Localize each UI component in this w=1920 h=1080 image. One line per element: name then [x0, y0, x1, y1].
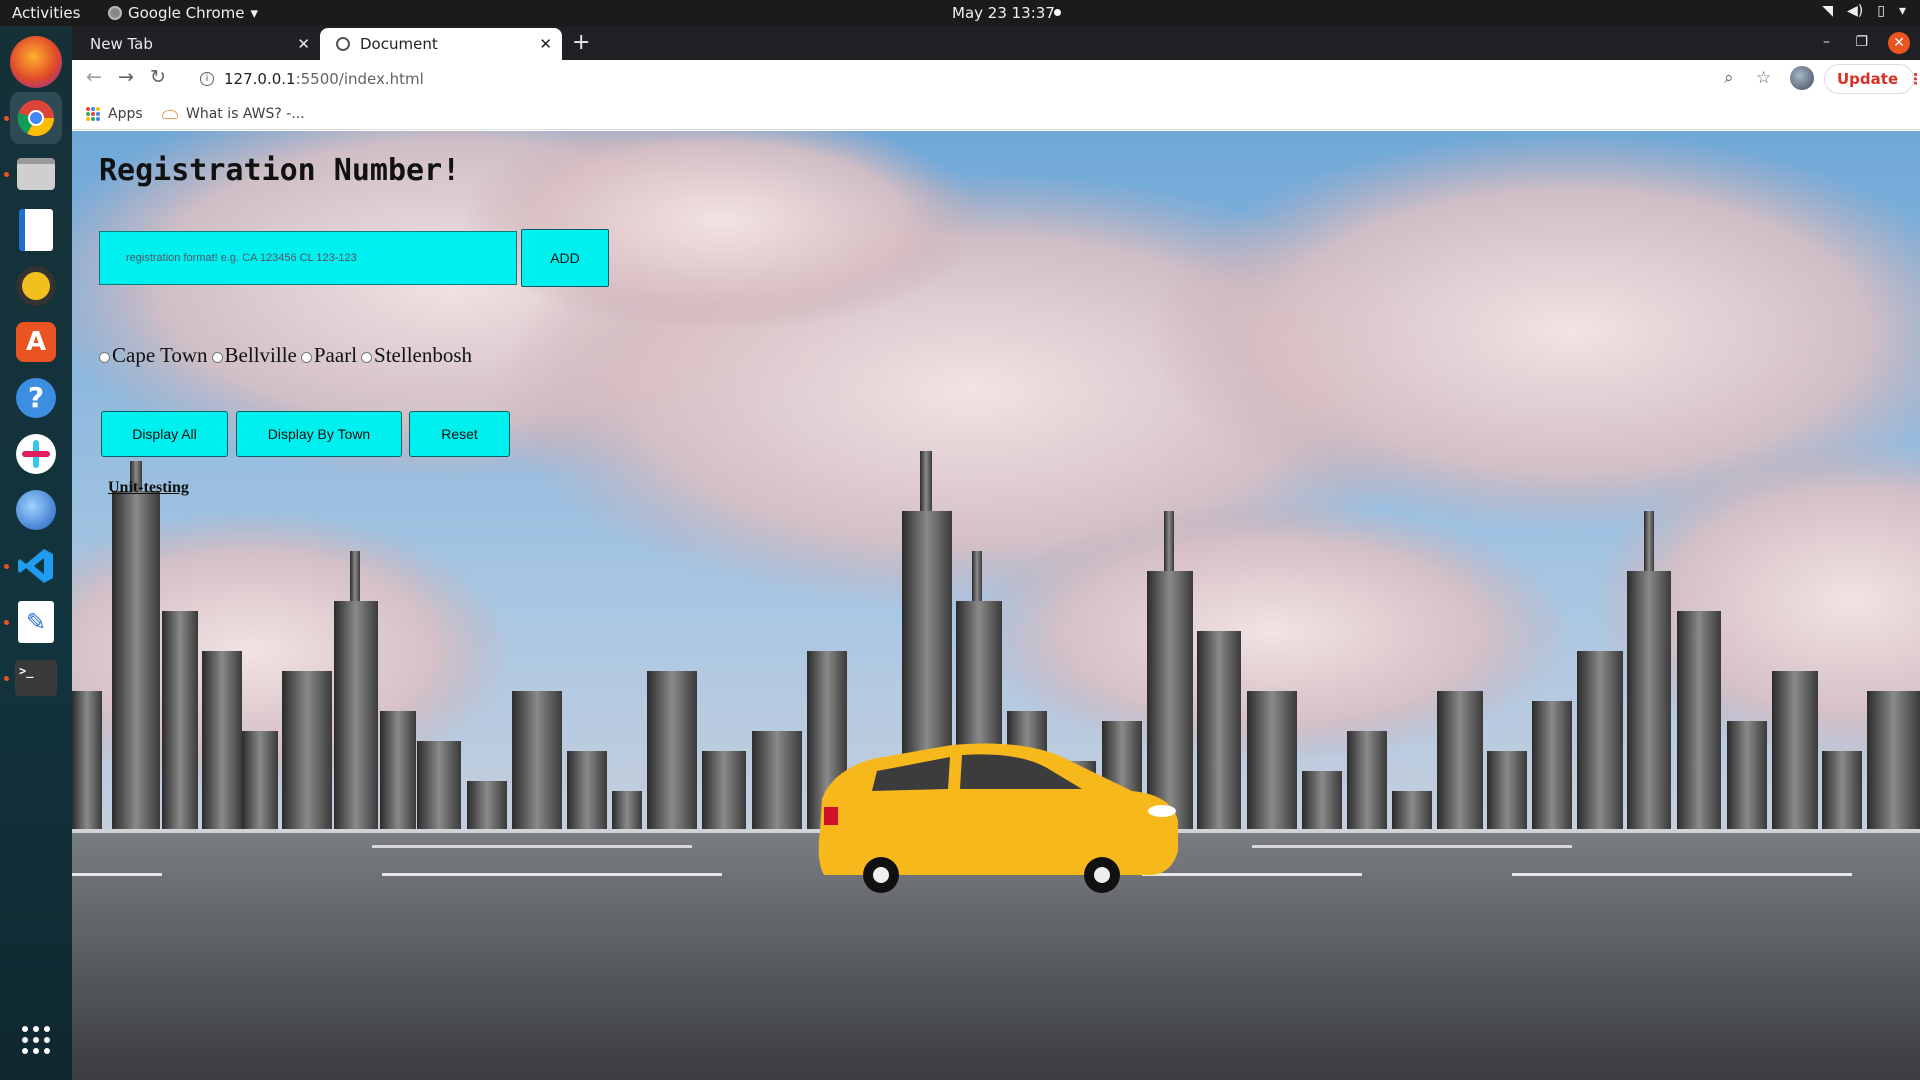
page-title: Registration Number!	[99, 153, 461, 188]
update-button[interactable]: Update ⋮	[1824, 64, 1920, 94]
running-indicator	[4, 172, 9, 177]
globe-icon	[336, 37, 350, 51]
bookmark-aws[interactable]: What is AWS? -...	[162, 106, 305, 122]
vscode-logo-icon	[18, 549, 53, 583]
address-bar[interactable]: i 127.0.0.1:5500/index.html	[182, 63, 1462, 95]
tray-menu-arrow-icon: ▾	[1898, 3, 1906, 19]
firefox-icon[interactable]	[10, 36, 62, 88]
tab-label: New Tab	[90, 35, 153, 53]
kebab-menu-icon: ⋮	[1908, 70, 1920, 88]
dropdown-arrow-icon: ▾	[250, 4, 259, 22]
software-icon[interactable]: A	[10, 316, 62, 368]
radio-label-stellenbosh[interactable]: Stellenbosh	[374, 343, 472, 368]
unit-testing-link[interactable]: Unit-testing	[108, 479, 189, 497]
url-path: :5500/index.html	[295, 70, 424, 88]
running-indicator	[4, 116, 9, 121]
cloud-icon	[162, 109, 178, 119]
system-tray[interactable]: ◥ ◀) ▯ ▾	[1822, 3, 1906, 19]
writer-icon[interactable]	[10, 204, 62, 256]
apps-grid-icon	[86, 107, 100, 121]
battery-icon: ▯	[1877, 3, 1885, 19]
volume-icon: ◀)	[1847, 3, 1864, 19]
slack-icon[interactable]	[10, 428, 62, 480]
chrome-small-icon	[108, 6, 122, 20]
app-menu[interactable]: Google Chrome ▾	[108, 4, 258, 22]
bookmark-label: Apps	[108, 106, 143, 122]
display-all-button[interactable]: Display All	[101, 411, 228, 457]
rhythmbox-icon[interactable]	[10, 260, 62, 312]
running-indicator	[4, 676, 9, 681]
files-icon[interactable]	[10, 148, 62, 200]
radio-label-bellville[interactable]: Bellville	[225, 343, 297, 368]
town-radio-group: Cape Town Bellville Paarl Stellenbosh	[99, 343, 476, 368]
bookmark-star-icon[interactable]: ☆	[1756, 68, 1771, 88]
tab-close-icon[interactable]: ✕	[297, 35, 310, 53]
app-grid-icon[interactable]	[10, 1014, 62, 1066]
reload-icon[interactable]: ↻	[150, 66, 166, 88]
forward-icon[interactable]: →	[118, 66, 134, 88]
clock[interactable]: May 23 13:37	[952, 4, 1055, 22]
update-label: Update	[1837, 70, 1899, 88]
notification-dot-icon	[1054, 9, 1061, 16]
display-by-town-button[interactable]: Display By Town	[236, 411, 402, 457]
radio-bellville[interactable]	[211, 351, 223, 363]
add-button[interactable]: ADD	[521, 229, 609, 287]
running-indicator	[4, 564, 9, 569]
bookmark-label: What is AWS? -...	[186, 106, 305, 122]
zoom-icon[interactable]: ⌕	[1724, 68, 1734, 88]
radio-cape-town[interactable]	[99, 351, 110, 363]
radio-stellenbosh[interactable]	[361, 351, 373, 363]
new-tab-button[interactable]: +	[572, 30, 590, 55]
site-info-icon[interactable]: i	[200, 72, 214, 86]
reset-button[interactable]: Reset	[409, 411, 510, 457]
restore-icon[interactable]: ❐	[1855, 34, 1868, 50]
url-host: 127.0.0.1	[224, 70, 296, 88]
window-close-icon[interactable]: ✕	[1888, 32, 1910, 54]
wifi-icon: ◥	[1822, 3, 1834, 19]
page-viewport: Registration Number! ADD Cape Town Bellv…	[72, 131, 1920, 1080]
chrome-logo-icon	[17, 100, 55, 137]
vscode-icon[interactable]	[10, 540, 62, 592]
thunderbird-icon[interactable]	[10, 484, 62, 536]
activities-button[interactable]: Activities	[12, 4, 80, 22]
profile-avatar[interactable]	[1790, 66, 1814, 90]
radio-paarl[interactable]	[300, 351, 312, 363]
terminal-icon[interactable]: >_	[10, 652, 62, 704]
tab-strip: New Tab ✕ Document ✕ + – ❐ ✕	[72, 26, 1920, 60]
tab-document[interactable]: Document ✕	[320, 28, 562, 60]
help-icon[interactable]: ?	[10, 372, 62, 424]
back-icon[interactable]: ←	[86, 66, 102, 88]
running-indicator	[4, 620, 9, 625]
browser-toolbar: ← → ↻ i 127.0.0.1:5500/index.html ⌕ ☆ Up…	[72, 60, 1920, 98]
dock: A ? ✎ >_	[0, 26, 72, 1080]
system-top-bar: Activities Google Chrome ▾ May 23 13:37 …	[0, 0, 1920, 26]
chrome-icon[interactable]	[10, 92, 62, 144]
app-menu-label: Google Chrome	[128, 4, 245, 22]
radio-label-cape-town[interactable]: Cape Town	[112, 343, 208, 368]
tab-label: Document	[360, 35, 438, 53]
bookmark-apps[interactable]: Apps	[86, 106, 143, 122]
tab-new-tab[interactable]: New Tab ✕	[74, 28, 320, 60]
registration-input[interactable]	[99, 231, 517, 285]
minimize-icon[interactable]: –	[1823, 34, 1830, 50]
chrome-window: New Tab ✕ Document ✕ + – ❐ ✕ ← → ↻ i 127…	[72, 26, 1920, 1080]
bookmarks-bar: Apps What is AWS? -...	[72, 98, 1920, 130]
radio-label-paarl[interactable]: Paarl	[314, 343, 357, 368]
text-editor-icon[interactable]: ✎	[10, 596, 62, 648]
tab-close-icon[interactable]: ✕	[539, 35, 552, 53]
